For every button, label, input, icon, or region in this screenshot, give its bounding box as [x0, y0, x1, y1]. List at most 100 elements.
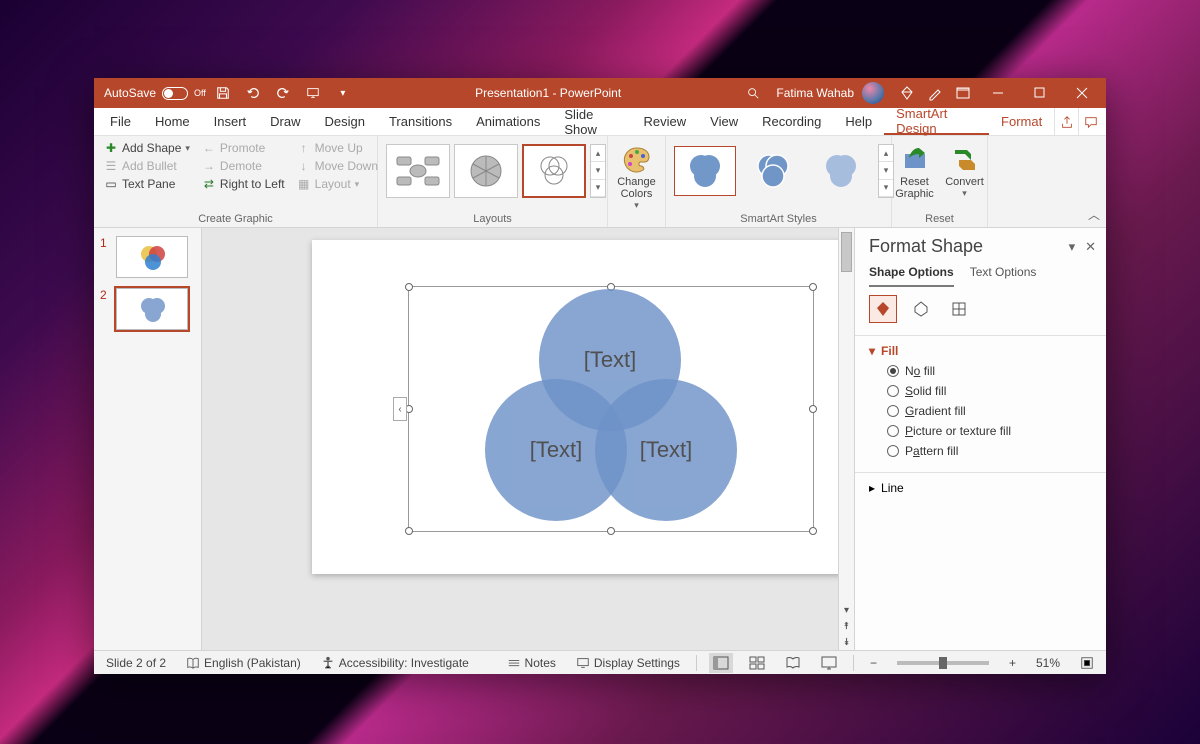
promote-button: ←Promote [198, 140, 289, 156]
pen-icon[interactable] [922, 80, 948, 106]
group-label-create-graphic: Create Graphic [100, 211, 371, 227]
tab-animations[interactable]: Animations [464, 108, 552, 135]
convert-button[interactable]: Convert ▾ [942, 140, 988, 203]
tab-smartart-design[interactable]: SmartArt Design [884, 108, 989, 135]
pattern-fill-radio[interactable]: Pattern fill [887, 444, 1092, 458]
accessibility-icon [321, 656, 335, 670]
book-icon [186, 656, 200, 670]
tab-slideshow[interactable]: Slide Show [552, 108, 631, 135]
maximize-button[interactable] [1020, 79, 1060, 107]
no-fill-radio[interactable]: No fill [887, 364, 1092, 378]
slide-counter[interactable]: Slide 2 of 2 [102, 656, 170, 670]
display-settings-button[interactable]: Display Settings [572, 656, 684, 670]
size-properties-icon[interactable] [945, 295, 973, 323]
collapse-ribbon-icon[interactable]: ︿ [1088, 206, 1100, 223]
accessibility-button[interactable]: Accessibility: Investigate [317, 656, 473, 670]
close-pane-icon[interactable]: ✕ [1085, 239, 1096, 255]
save-icon[interactable] [210, 80, 236, 106]
layouts-scroll[interactable]: ▴▾▾ [590, 144, 606, 198]
slideshow-view-icon[interactable] [817, 653, 841, 673]
layout-item-2[interactable] [454, 144, 518, 198]
undo-icon[interactable] [240, 80, 266, 106]
shape-options-tab[interactable]: Shape Options [869, 265, 954, 287]
share-icon[interactable] [1054, 108, 1078, 135]
text-options-tab[interactable]: Text Options [970, 265, 1037, 287]
user-avatar[interactable] [862, 82, 884, 104]
minimize-button[interactable] [978, 79, 1018, 107]
search-icon[interactable] [740, 80, 766, 106]
text-pane-button[interactable]: ▭Text Pane [100, 176, 194, 192]
reset-graphic-button[interactable]: Reset Graphic [892, 140, 938, 204]
reading-view-icon[interactable] [781, 653, 805, 673]
language-button[interactable]: English (Pakistan) [182, 656, 305, 670]
sorter-view-icon[interactable] [745, 653, 769, 673]
title-bar: AutoSave Off ▾ Presentation1 - PowerPoin… [94, 78, 1106, 108]
task-pane-options-icon[interactable]: ▾ [1069, 239, 1076, 255]
display-icon [576, 656, 590, 670]
fit-to-window-icon[interactable] [1076, 656, 1098, 670]
layout-item-1[interactable] [386, 144, 450, 198]
tab-view[interactable]: View [698, 108, 750, 135]
notes-icon [507, 656, 521, 670]
qat-more-icon[interactable]: ▾ [330, 80, 356, 106]
slide-canvas-area[interactable]: ‹ [Text] [Text] [Text] ▴ ▾ ⯭ ⯯ [202, 228, 854, 650]
arrow-down-icon: ↓ [297, 159, 311, 173]
style-item-3[interactable] [810, 146, 872, 196]
add-shape-button[interactable]: ✚Add Shape ▾ [100, 140, 194, 156]
layout-icon: ▦ [297, 177, 311, 191]
tab-recording[interactable]: Recording [750, 108, 833, 135]
slide[interactable]: ‹ [Text] [Text] [Text] [312, 240, 854, 574]
tab-file[interactable]: File [98, 108, 143, 135]
gradient-fill-radio[interactable]: Gradient fill [887, 404, 1092, 418]
line-section-header[interactable]: ▸Line [869, 481, 1092, 495]
expand-icon: ▸ [869, 481, 875, 495]
diamond-icon[interactable] [894, 80, 920, 106]
tab-design[interactable]: Design [313, 108, 377, 135]
tab-transitions[interactable]: Transitions [377, 108, 464, 135]
ribbon-mode-icon[interactable] [950, 80, 976, 106]
next-slide-icon: ⯯ [839, 634, 854, 650]
move-down-button: ↓Move Down [293, 158, 382, 174]
slide-thumbnail-2[interactable] [116, 288, 188, 330]
zoom-slider[interactable] [897, 661, 989, 665]
tab-format[interactable]: Format [989, 108, 1054, 135]
smartart-selection-box[interactable]: ‹ [Text] [Text] [Text] [408, 286, 814, 532]
style-item-1[interactable] [674, 146, 736, 196]
tab-draw[interactable]: Draw [258, 108, 312, 135]
zoom-out-button[interactable]: − [866, 656, 881, 670]
effects-icon[interactable] [907, 295, 935, 323]
status-bar: Slide 2 of 2 English (Pakistan) Accessib… [94, 650, 1106, 674]
redo-icon[interactable] [270, 80, 296, 106]
tab-home[interactable]: Home [143, 108, 202, 135]
text-pane-toggle[interactable]: ‹ [393, 397, 407, 421]
close-button[interactable] [1062, 79, 1102, 107]
fill-line-icon[interactable] [869, 295, 897, 323]
venn-diagram[interactable]: [Text] [Text] [Text] [485, 289, 737, 525]
style-item-2[interactable] [742, 146, 804, 196]
add-bullet-button: ☰Add Bullet [100, 158, 194, 174]
slide-thumbnails-panel[interactable]: 1 2 [94, 228, 202, 650]
right-to-left-button[interactable]: ⇄Right to Left [198, 176, 289, 192]
prev-slide-icon: ⯭ [839, 618, 854, 634]
toggle-off-icon [162, 87, 188, 100]
zoom-level[interactable]: 51% [1032, 656, 1064, 670]
document-title: Presentation1 - PowerPoint [356, 86, 741, 100]
zoom-in-button[interactable]: + [1005, 656, 1020, 670]
tab-insert[interactable]: Insert [202, 108, 259, 135]
vertical-scrollbar[interactable]: ▴ ▾ ⯭ ⯯ [838, 228, 854, 650]
comments-icon[interactable] [1078, 108, 1102, 135]
venn-circle-right[interactable]: [Text] [595, 379, 737, 521]
notes-button[interactable]: Notes [503, 656, 560, 670]
demote-button: →Demote [198, 158, 289, 174]
normal-view-icon[interactable] [709, 653, 733, 673]
slide-thumbnail-1[interactable] [116, 236, 188, 278]
fill-section-header[interactable]: ▾Fill [869, 344, 1092, 358]
change-colors-button[interactable]: Change Colors ▾ [614, 140, 660, 215]
present-icon[interactable] [300, 80, 326, 106]
picture-fill-radio[interactable]: Picture or texture fill [887, 424, 1092, 438]
tab-help[interactable]: Help [833, 108, 884, 135]
solid-fill-radio[interactable]: Solid fill [887, 384, 1092, 398]
autosave-toggle[interactable]: AutoSave Off [104, 86, 206, 100]
layout-item-3[interactable] [522, 144, 586, 198]
tab-review[interactable]: Review [632, 108, 699, 135]
